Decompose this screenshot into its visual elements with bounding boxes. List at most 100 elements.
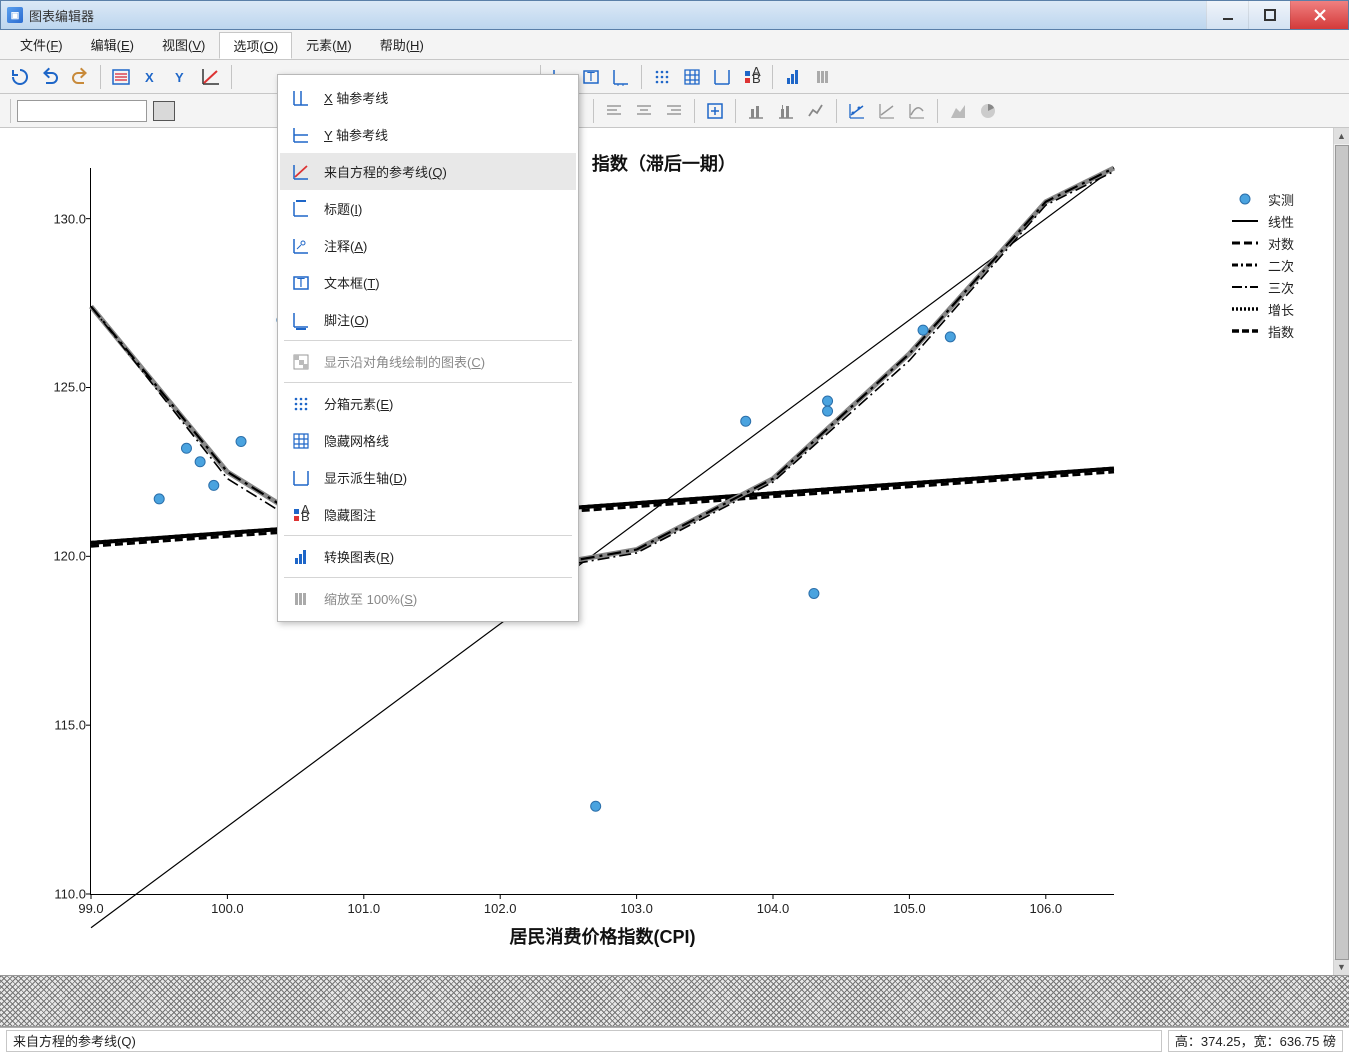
x-tick: 100.0	[211, 901, 244, 916]
x-tick: 105.0	[893, 901, 926, 916]
eqref-icon	[290, 161, 312, 183]
zoom-100-icon[interactable]	[809, 63, 837, 91]
legend-label: 对数	[1268, 234, 1294, 253]
menu-options[interactable]: 选项(O)	[219, 32, 292, 59]
textbox-icon[interactable]: T	[577, 63, 605, 91]
dropdown-item[interactable]: 注释(A)	[280, 227, 576, 264]
scatter-line2-icon[interactable]	[873, 97, 901, 125]
curve-icon[interactable]	[903, 97, 931, 125]
bar-chart-icon[interactable]	[742, 97, 770, 125]
x-axis-label: 居民消费价格指数(CPI)	[510, 923, 696, 949]
menu-help[interactable]: 帮助(H)	[366, 31, 438, 58]
legend-label: 三次	[1268, 278, 1294, 297]
dropdown-item-label: 来自方程的参考线(Q)	[324, 162, 447, 181]
dropdown-item-label: 显示沿对角线绘制的图表(C)	[324, 352, 485, 371]
undo-icon[interactable]	[36, 63, 64, 91]
status-left: 来自方程的参考线(Q)	[6, 1030, 1162, 1052]
redo-icon[interactable]	[66, 63, 94, 91]
derived-axis-icon[interactable]	[708, 63, 736, 91]
legend-item[interactable]: 对数	[1230, 232, 1294, 254]
dropdown-item[interactable]: 脚注(O)	[280, 301, 576, 338]
bin-icon	[290, 393, 312, 415]
legend-item[interactable]: 线性	[1230, 210, 1294, 232]
legend-item[interactable]: 增长	[1230, 298, 1294, 320]
legend-label: 指数	[1268, 322, 1294, 341]
menu-edit[interactable]: 编辑(E)	[77, 31, 148, 58]
x-tick: 102.0	[484, 901, 517, 916]
footnote-icon[interactable]	[607, 63, 635, 91]
dropdown-item[interactable]: 分箱元素(E)	[280, 385, 576, 422]
legend-item[interactable]: 二次	[1230, 254, 1294, 276]
legend-item[interactable]: 三次	[1230, 276, 1294, 298]
dropdown-item[interactable]: Y 轴参考线	[280, 116, 576, 153]
legend[interactable]: 实测线性对数二次三次增长指数	[1230, 188, 1294, 342]
transpose-icon[interactable]	[779, 63, 807, 91]
dropdown-item[interactable]: X 轴参考线	[280, 79, 576, 116]
legend-label: 增长	[1268, 300, 1294, 319]
svg-text:X: X	[145, 70, 154, 85]
scroll-up-icon[interactable]: ▲	[1334, 128, 1349, 144]
dropdown-item[interactable]: 转换图表(R)	[280, 538, 576, 575]
dropdown-item[interactable]: T文本框(T)	[280, 264, 576, 301]
menu-file[interactable]: 文件(F)	[6, 31, 77, 58]
close-button[interactable]	[1290, 1, 1348, 29]
minimize-button[interactable]	[1206, 1, 1248, 29]
dropdown-item[interactable]: 来自方程的参考线(Q)	[280, 153, 576, 190]
toolbar-input-1[interactable]	[17, 100, 147, 122]
y-tick: 125.0	[36, 380, 86, 395]
status-bar: 来自方程的参考线(Q) 高：374.25，宽：636.75 磅	[0, 1027, 1349, 1053]
x-axis-icon[interactable]: X	[137, 63, 165, 91]
hidelegend-icon: AB	[290, 504, 312, 526]
maximize-button[interactable]	[1248, 1, 1290, 29]
legend-item[interactable]: 实测	[1230, 188, 1294, 210]
diag-icon	[290, 351, 312, 373]
dropdown-item-label: 分箱元素(E)	[324, 394, 393, 413]
xref-icon	[290, 87, 312, 109]
derived-icon	[290, 467, 312, 489]
line-chart-icon[interactable]	[802, 97, 830, 125]
plot[interactable]: 指数（滞后一期） 居民消费价格指数(CPI) 110.0115.0120.012…	[90, 168, 1114, 895]
legend-ab-icon[interactable]: AB	[738, 63, 766, 91]
legend-symbol	[1230, 191, 1260, 207]
legend-symbol	[1230, 213, 1260, 229]
pie-icon[interactable]	[974, 97, 1002, 125]
y-tick: 115.0	[36, 718, 86, 733]
dropdown-item[interactable]: 隐藏网格线	[280, 422, 576, 459]
scatter-line-icon[interactable]	[843, 97, 871, 125]
dropdown-item-label: 脚注(O)	[324, 310, 369, 329]
legend-symbol	[1230, 323, 1260, 339]
fitline-icon[interactable]	[197, 63, 225, 91]
dropdown-item-label: 缩放至 100%(S)	[324, 589, 417, 608]
dropdown-item[interactable]: AB隐藏图注	[280, 496, 576, 533]
vertical-scrollbar[interactable]: ▲ ▼	[1333, 128, 1349, 975]
x-tick: 104.0	[757, 901, 790, 916]
legend-item[interactable]: 指数	[1230, 320, 1294, 342]
x-tick: 101.0	[348, 901, 381, 916]
undo-circle-icon[interactable]	[6, 63, 34, 91]
menu-elements[interactable]: 元素(M)	[292, 31, 366, 58]
align-center-icon[interactable]	[630, 97, 658, 125]
plot-svg	[91, 168, 1114, 894]
select-region-icon[interactable]	[701, 97, 729, 125]
footnote-icon	[290, 309, 312, 331]
bar-err-icon[interactable]	[772, 97, 800, 125]
legend-label: 二次	[1268, 256, 1294, 275]
dropdown-item[interactable]: 标题(I)	[280, 190, 576, 227]
menu-view[interactable]: 视图(V)	[148, 31, 219, 58]
dropdown-item[interactable]: 显示派生轴(D)	[280, 459, 576, 496]
textbox-icon: T	[290, 272, 312, 294]
dropdown-item: 缩放至 100%(S)	[280, 580, 576, 617]
scroll-down-icon[interactable]: ▼	[1334, 959, 1349, 975]
dropdown-item-label: 标题(I)	[324, 199, 362, 218]
bin-dots-icon[interactable]	[648, 63, 676, 91]
chart-area[interactable]: 指数（滞后一期） 居民消费价格指数(CPI) 110.0115.0120.012…	[0, 128, 1349, 975]
align-right-icon[interactable]	[660, 97, 688, 125]
properties-icon[interactable]	[107, 63, 135, 91]
fill-swatch[interactable]	[153, 101, 175, 121]
align-left-icon[interactable]	[600, 97, 628, 125]
area-icon[interactable]	[944, 97, 972, 125]
y-axis-icon[interactable]: Y	[167, 63, 195, 91]
grid-icon[interactable]	[678, 63, 706, 91]
dropdown-item-label: 显示派生轴(D)	[324, 468, 407, 487]
dropdown-item: 显示沿对角线绘制的图表(C)	[280, 343, 576, 380]
